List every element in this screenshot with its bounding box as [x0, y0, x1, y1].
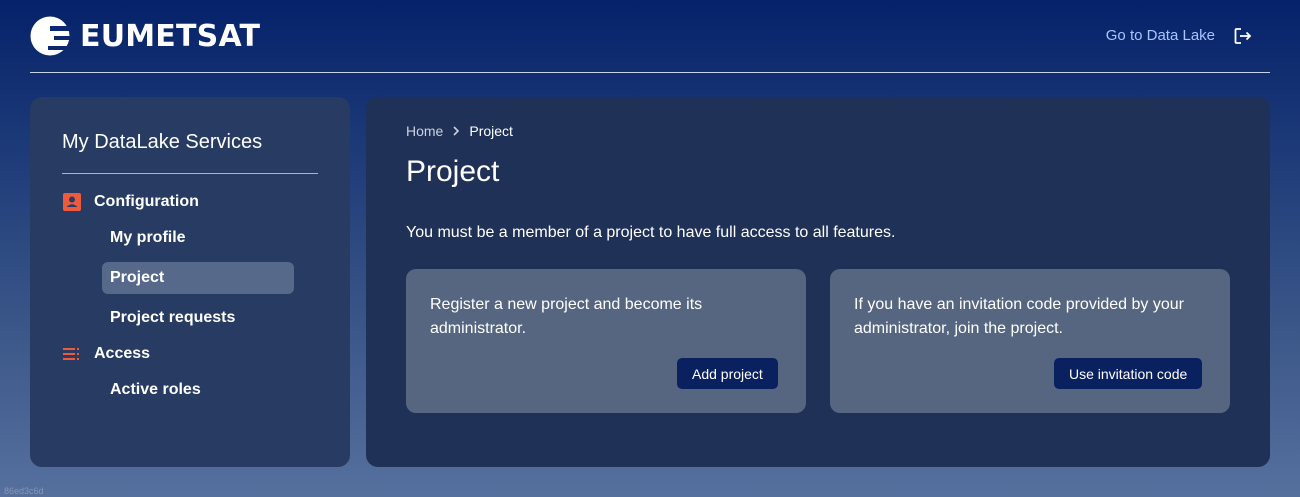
breadcrumb-home-link[interactable]: Home — [406, 123, 443, 139]
sidebar-item-label: Project — [110, 269, 165, 286]
sidebar-item-label: My profile — [110, 229, 186, 246]
sidebar-item-project-requests[interactable]: Project requests — [102, 302, 294, 334]
eumetsat-logo[interactable]: EUMETSAT — [30, 16, 260, 56]
sidebar-title: My DataLake Services — [62, 131, 263, 153]
card-text: If you have an invitation code provided … — [854, 296, 1184, 337]
sidebar-item-active-roles[interactable]: Active roles — [102, 374, 294, 406]
eumetsat-globe-icon — [30, 16, 72, 56]
account-box-icon — [63, 193, 81, 211]
sidebar-section-configuration[interactable]: Configuration — [62, 192, 199, 212]
list-icon — [63, 348, 79, 360]
chevron-right-icon — [453, 126, 460, 136]
sidebar: My DataLake Services Configuration My pr… — [30, 97, 350, 467]
sidebar-item-my-profile[interactable]: My profile — [102, 222, 294, 254]
sidebar-item-label: Active roles — [110, 381, 201, 398]
sidebar-divider — [62, 173, 318, 174]
invitation-code-card: If you have an invitation code provided … — [830, 269, 1230, 413]
logo-text: EUMETSAT — [80, 18, 261, 54]
version-text: 86ed3c6d — [4, 486, 44, 496]
sidebar-section-label: Access — [94, 345, 151, 362]
main-panel: Home Project Project You must be a membe… — [366, 97, 1270, 467]
sidebar-section-label: Configuration — [94, 193, 199, 210]
sidebar-item-label: Project requests — [110, 309, 236, 326]
register-project-card: Register a new project and become its ad… — [406, 269, 806, 413]
breadcrumb: Home Project — [406, 123, 513, 139]
card-text: Register a new project and become its ad… — [430, 296, 703, 337]
add-project-button[interactable]: Add project — [677, 358, 778, 389]
breadcrumb-current: Project — [469, 123, 513, 139]
logout-icon[interactable] — [1233, 26, 1253, 46]
use-invitation-code-button[interactable]: Use invitation code — [1054, 358, 1203, 389]
sidebar-section-access[interactable]: Access — [62, 344, 150, 364]
page-title: Project — [406, 155, 500, 188]
sidebar-item-project[interactable]: Project — [102, 262, 294, 294]
go-to-data-lake-link[interactable]: Go to Data Lake — [1106, 27, 1215, 44]
intro-text: You must be a member of a project to hav… — [406, 224, 896, 241]
top-header: EUMETSAT Go to Data Lake — [30, 0, 1270, 73]
